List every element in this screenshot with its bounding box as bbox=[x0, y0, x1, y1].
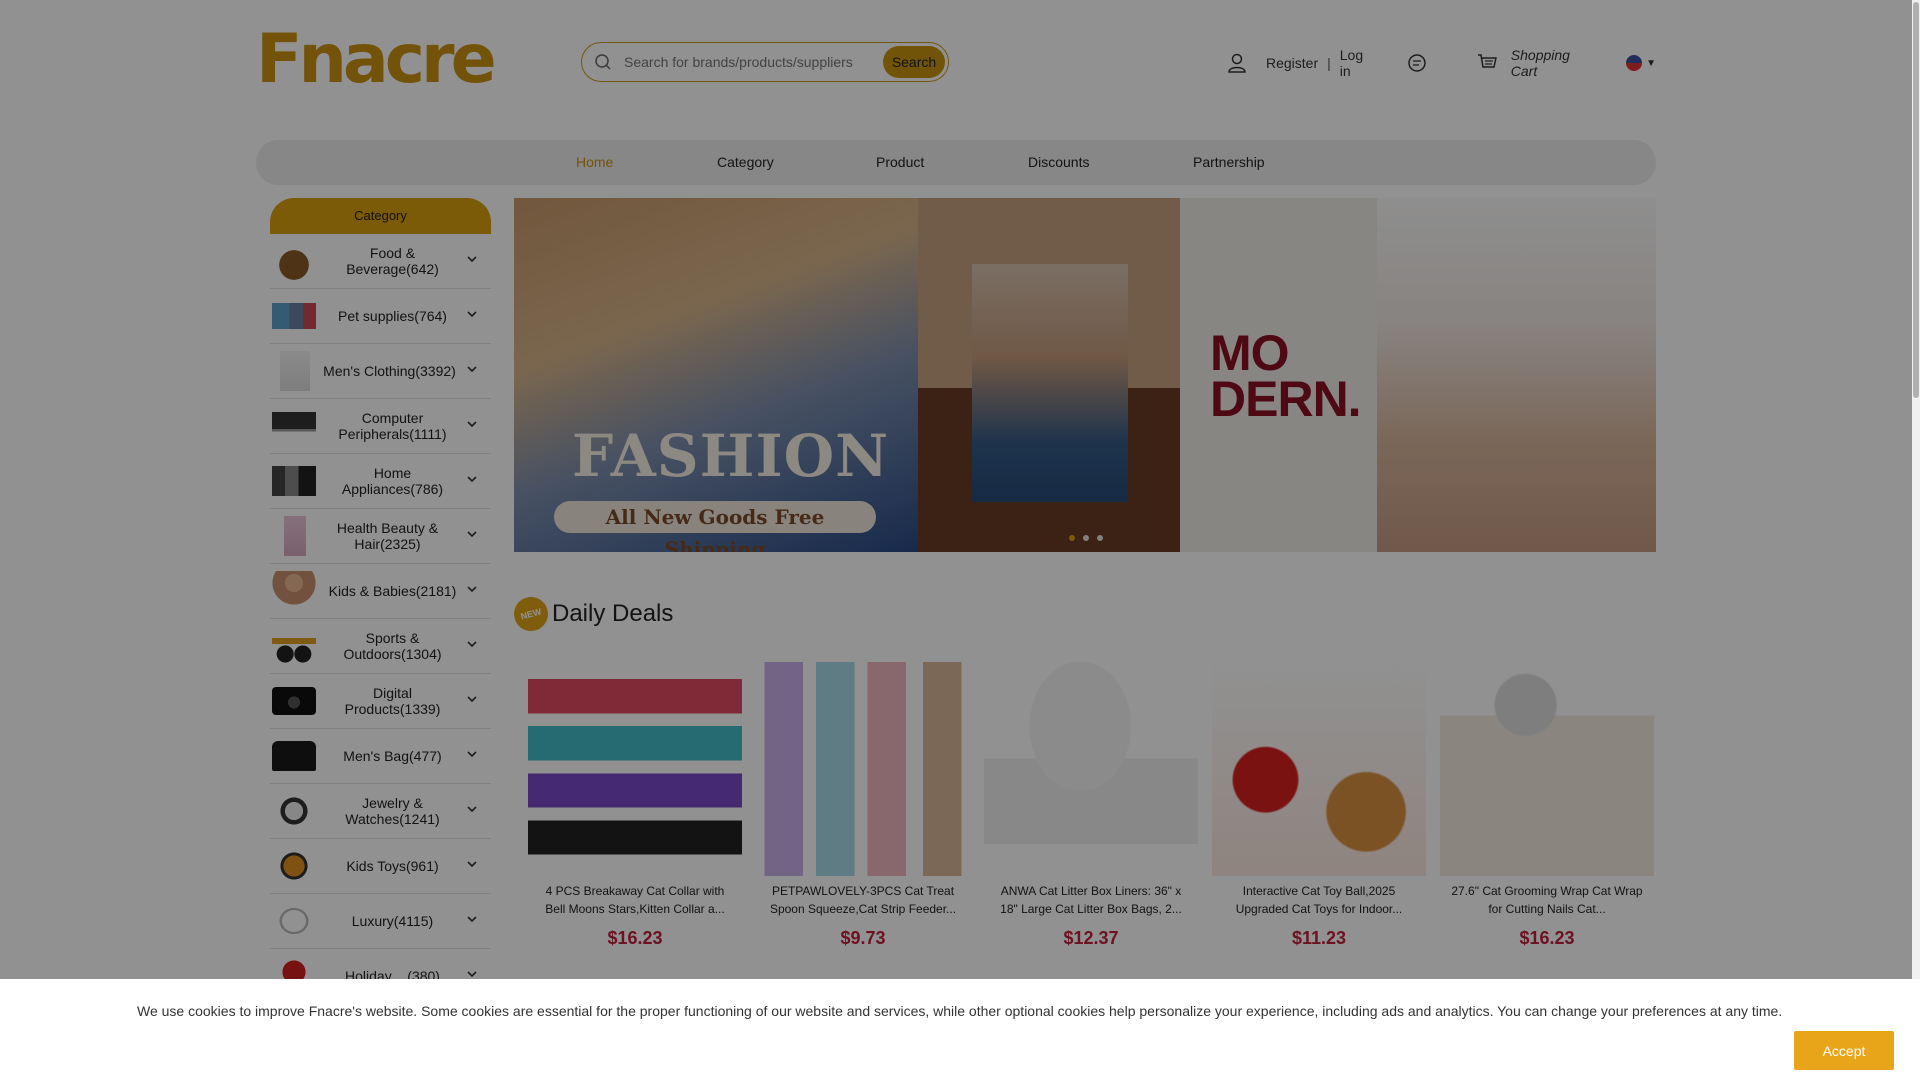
cookie-banner: We use cookies to improve Fnacre's websi… bbox=[0, 979, 1920, 1080]
accept-cookies-button[interactable]: Accept bbox=[1794, 1031, 1894, 1070]
page: Fnacre Search Register | Log in bbox=[0, 0, 1920, 1080]
cookie-message: We use cookies to improve Fnacre's websi… bbox=[137, 1003, 1783, 1019]
scrollbar-thumb[interactable] bbox=[1913, 2, 1919, 398]
modal-backdrop bbox=[0, 0, 1920, 1080]
